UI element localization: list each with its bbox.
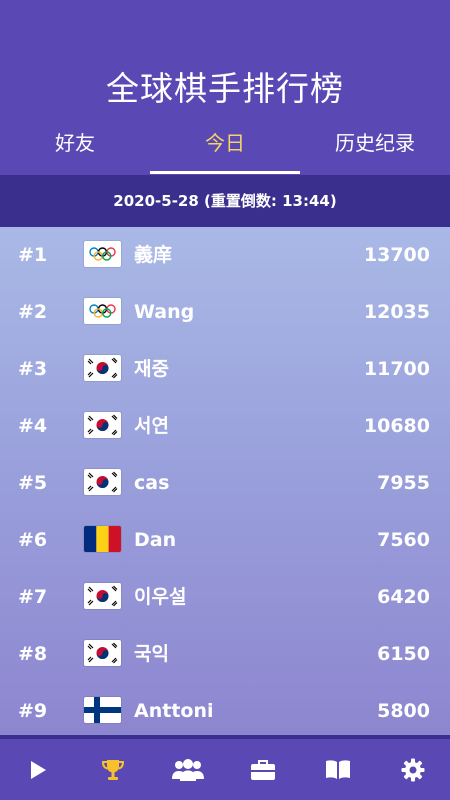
player-name: Anttoni xyxy=(134,700,214,722)
olympic-flag-icon xyxy=(84,241,121,267)
nav-inventory-button[interactable] xyxy=(225,739,300,800)
briefcase-icon xyxy=(250,758,276,782)
page-title: 全球棋手排行榜 xyxy=(106,69,344,108)
south-korea-flag-icon xyxy=(84,412,121,438)
leaderboard-row[interactable]: #9 Anttoni 5800 xyxy=(0,683,450,735)
leaderboard-row[interactable]: #8 국익 6150 xyxy=(0,626,450,683)
rank-label: #3 xyxy=(18,358,48,380)
nav-settings-button[interactable] xyxy=(375,739,450,800)
leaderboard-row[interactable]: #2 Wang 12035 xyxy=(0,284,450,341)
player-name: 서연 xyxy=(134,415,169,437)
player-name: 義庠 xyxy=(134,244,173,266)
romania-flag-icon xyxy=(84,526,121,552)
player-score: 10680 xyxy=(363,415,430,437)
nav-leaderboard-button[interactable] xyxy=(75,739,150,800)
player-name: cas xyxy=(134,472,170,494)
player-score: 7560 xyxy=(377,529,430,551)
player-name: 국익 xyxy=(134,643,169,665)
rank-label: #1 xyxy=(18,244,48,266)
finland-flag-icon xyxy=(84,697,121,723)
bottom-navigation xyxy=(0,735,450,800)
leaderboard-row[interactable]: #6 Dan 7560 xyxy=(0,512,450,569)
rank-label: #2 xyxy=(18,301,48,323)
player-score: 11700 xyxy=(363,358,430,380)
rank-label: #4 xyxy=(18,415,48,437)
south-korea-flag-icon xyxy=(84,640,121,666)
leaderboard-row[interactable]: #4 서연 10680 xyxy=(0,398,450,455)
leaderboard-row[interactable]: #5 cas 7955 xyxy=(0,455,450,512)
tab-today[interactable]: 今日 xyxy=(150,128,300,174)
nav-friends-button[interactable] xyxy=(150,739,225,800)
play-icon xyxy=(27,759,49,781)
trophy-icon xyxy=(100,757,126,783)
olympic-flag-icon xyxy=(84,298,121,324)
player-name: Dan xyxy=(134,529,177,551)
header: 全球棋手排行榜 好友 今日 历史纪录 xyxy=(0,0,450,175)
nav-play-button[interactable] xyxy=(0,739,75,800)
player-score: 7955 xyxy=(377,472,430,494)
leaderboard-list[interactable]: #1 義庠 13700 #2 Wang 12035 #3 재중 11700 #4 서연 10680 #5… xyxy=(0,227,450,735)
leaderboard-row[interactable]: #7 이우설 6420 xyxy=(0,569,450,626)
player-score: 5800 xyxy=(377,700,430,722)
player-name: Wang xyxy=(134,301,195,323)
player-score: 6420 xyxy=(377,586,430,608)
player-score: 12035 xyxy=(363,301,430,323)
player-name: 재중 xyxy=(134,358,169,380)
rank-label: #9 xyxy=(18,700,48,722)
south-korea-flag-icon xyxy=(84,583,121,609)
rank-label: #7 xyxy=(18,586,48,608)
book-icon xyxy=(325,759,351,781)
nav-learn-button[interactable] xyxy=(300,739,375,800)
player-score: 6150 xyxy=(377,643,430,665)
tab-friends[interactable]: 好友 xyxy=(0,128,150,174)
active-tab-indicator xyxy=(150,171,300,174)
rank-label: #5 xyxy=(18,472,48,494)
player-name: 이우설 xyxy=(134,586,187,608)
rank-label: #6 xyxy=(18,529,48,551)
tab-history[interactable]: 历史纪录 xyxy=(300,128,450,174)
gear-icon xyxy=(401,758,425,782)
friends-icon xyxy=(171,758,205,782)
south-korea-flag-icon xyxy=(84,355,121,381)
tab-bar: 好友 今日 历史纪录 xyxy=(0,128,450,174)
player-score: 13700 xyxy=(363,244,430,266)
date-reset-countdown: 2020-5-28 (重置倒数: 13:44) xyxy=(0,175,450,227)
rank-label: #8 xyxy=(18,643,48,665)
leaderboard-row[interactable]: #3 재중 11700 xyxy=(0,341,450,398)
leaderboard-row[interactable]: #1 義庠 13700 xyxy=(0,227,450,284)
south-korea-flag-icon xyxy=(84,469,121,495)
